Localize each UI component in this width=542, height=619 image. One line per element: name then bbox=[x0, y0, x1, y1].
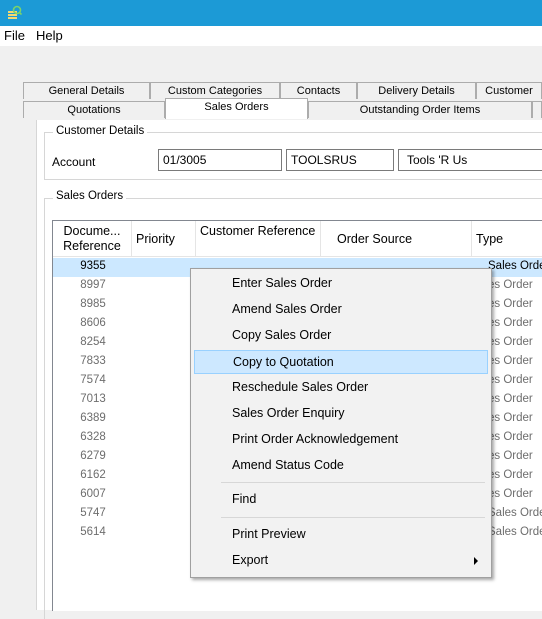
menu-item-print-preview[interactable]: Print Preview bbox=[194, 523, 488, 547]
cell-type: Sales Order bbox=[488, 526, 542, 538]
tab-sales-orders[interactable]: Sales Orders bbox=[165, 98, 308, 119]
menu-item-enter-sales-order[interactable]: Enter Sales Order bbox=[194, 272, 488, 296]
cell-type: es Order bbox=[488, 469, 533, 481]
cell-document-reference: 6389 bbox=[80, 412, 106, 424]
app-icon bbox=[8, 5, 22, 19]
menu-item-label: Copy to Quotation bbox=[233, 355, 334, 369]
cell-type: es Order bbox=[488, 279, 533, 291]
menu-item-export[interactable]: Export bbox=[194, 549, 488, 573]
cell-document-reference: 6279 bbox=[80, 450, 106, 462]
menu-item-label: Amend Status Code bbox=[232, 458, 344, 472]
cell-type: Sales Order bbox=[488, 260, 542, 272]
menu-file[interactable]: File bbox=[4, 28, 25, 43]
cell-type: es Order bbox=[488, 298, 533, 310]
cell-document-reference: 6328 bbox=[80, 431, 106, 443]
account-label: Account bbox=[52, 155, 96, 169]
cell-document-reference: 7574 bbox=[80, 374, 106, 386]
menu-item-label: Find bbox=[232, 492, 257, 506]
menu-item-amend-sales-order[interactable]: Amend Sales Order bbox=[194, 298, 488, 322]
cell-document-reference: 6007 bbox=[80, 488, 106, 500]
cell-document-reference: 8997 bbox=[80, 279, 106, 291]
col-header-type[interactable]: Type bbox=[472, 221, 542, 257]
menu-item-label: Sales Order Enquiry bbox=[232, 406, 345, 420]
menu-item-label: Copy Sales Order bbox=[232, 328, 332, 342]
menu-item-reschedule-sales-order[interactable]: Reschedule Sales Order bbox=[194, 376, 488, 400]
cell-document-reference: 6162 bbox=[80, 469, 106, 481]
menu-help[interactable]: Help bbox=[36, 28, 63, 43]
context-menu: Enter Sales Order Amend Sales Order Copy S… bbox=[190, 268, 492, 578]
cell-type: Sales Order bbox=[488, 507, 542, 519]
tab-overflow[interactable] bbox=[532, 101, 542, 118]
cell-type: es Order bbox=[488, 488, 533, 500]
title-bar bbox=[0, 0, 542, 26]
menu-item-sales-order-enquiry[interactable]: Sales Order Enquiry bbox=[194, 402, 488, 426]
cell-type: es Order bbox=[488, 336, 533, 348]
tab-customer[interactable]: Customer bbox=[476, 82, 542, 99]
menu-item-label: Export bbox=[232, 553, 269, 567]
menu-item-label: Print Order Acknowledgement bbox=[232, 432, 399, 446]
cell-type: es Order bbox=[488, 374, 533, 386]
menu-item-label: Print Preview bbox=[232, 527, 306, 541]
cell-document-reference: 8985 bbox=[80, 298, 106, 310]
account-code-field[interactable]: TOOLSRUS bbox=[286, 149, 394, 171]
tab-contacts[interactable]: Contacts bbox=[280, 82, 357, 99]
menu-item-amend-status-code[interactable]: Amend Status Code bbox=[194, 454, 488, 478]
tab-general-details[interactable]: General Details bbox=[23, 82, 150, 99]
cell-document-reference: 5747 bbox=[80, 507, 106, 519]
cell-type: es Order bbox=[488, 431, 533, 443]
cell-type: es Order bbox=[488, 355, 533, 367]
cell-document-reference: 8606 bbox=[80, 317, 106, 329]
menu-item-copy-sales-order[interactable]: Copy Sales Order bbox=[194, 324, 488, 348]
menu-item-print-order-acknowledgement[interactable]: Print Order Acknowledgement bbox=[194, 428, 488, 452]
tab-outstanding-order-items[interactable]: Outstanding Order Items bbox=[308, 101, 532, 118]
sales-orders-title: Sales Orders bbox=[53, 190, 127, 202]
col-header-document-reference[interactable]: Docume... Reference bbox=[53, 221, 132, 257]
tab-delivery-details[interactable]: Delivery Details bbox=[357, 82, 476, 99]
menu-item-label: Amend Sales Order bbox=[232, 302, 342, 316]
menu-item-label: Reschedule Sales Order bbox=[232, 380, 369, 394]
cell-document-reference: 8254 bbox=[80, 336, 106, 348]
col-header-customer-reference[interactable]: Customer Reference bbox=[196, 221, 321, 257]
submenu-arrow-icon bbox=[474, 557, 478, 565]
menu-item-find[interactable]: Find bbox=[194, 488, 488, 512]
account-field[interactable]: 01/3005 bbox=[158, 149, 282, 171]
cell-type: es Order bbox=[488, 450, 533, 462]
cell-type: es Order bbox=[488, 412, 533, 424]
menu-separator bbox=[221, 517, 485, 518]
tab-row-2: Quotations Sales Orders Outstanding Orde… bbox=[0, 98, 542, 119]
tab-quotations[interactable]: Quotations bbox=[23, 101, 165, 118]
menu-bar: File Help bbox=[0, 26, 542, 46]
cell-document-reference: 9355 bbox=[80, 260, 106, 272]
col-header-order-source[interactable]: Order Source bbox=[321, 221, 472, 257]
menu-item-label: Enter Sales Order bbox=[232, 276, 333, 290]
cell-type: es Order bbox=[488, 393, 533, 405]
tab-custom-categories[interactable]: Custom Categories bbox=[150, 82, 280, 99]
menu-separator bbox=[221, 482, 485, 483]
cell-document-reference: 5614 bbox=[80, 526, 106, 538]
menu-item-copy-to-quotation[interactable]: Copy to Quotation bbox=[194, 350, 488, 374]
cell-type: es Order bbox=[488, 317, 533, 329]
col-header-priority[interactable]: Priority bbox=[132, 221, 196, 257]
account-name-field[interactable]: Tools 'R Us bbox=[398, 149, 542, 171]
cell-document-reference: 7833 bbox=[80, 355, 106, 367]
cell-document-reference: 7013 bbox=[80, 393, 106, 405]
customer-details-title: Customer Details bbox=[53, 125, 148, 137]
